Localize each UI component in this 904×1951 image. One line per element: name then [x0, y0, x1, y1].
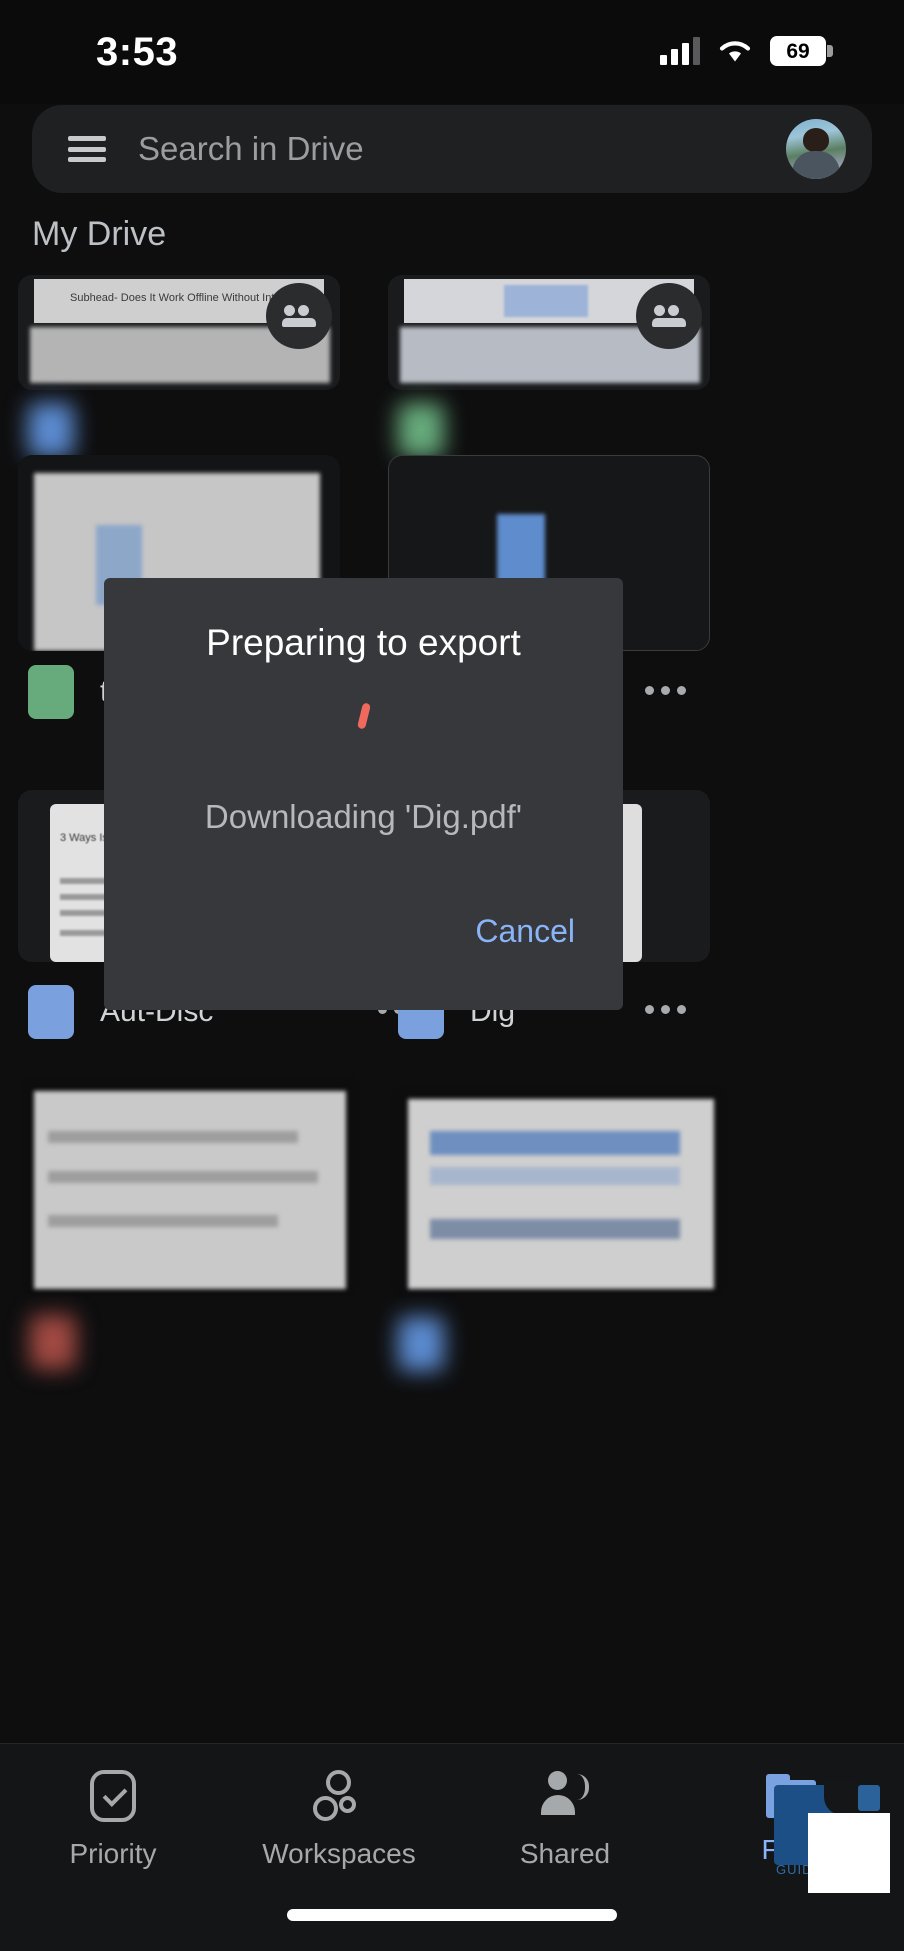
hamburger-menu-icon[interactable]	[68, 136, 106, 162]
file-card[interactable]	[22, 1075, 362, 1369]
battery-indicator: 69	[770, 36, 833, 66]
workspaces-circles-icon	[313, 1770, 365, 1822]
file-name	[100, 413, 167, 447]
search-input[interactable]: Search in Drive	[138, 130, 364, 168]
file-card[interactable]: Subhead- Does It Work Offline Without In…	[18, 275, 348, 457]
loading-spinner-icon	[347, 700, 381, 734]
battery-percent-label: 69	[786, 39, 810, 63]
file-overflow-menu[interactable]	[645, 686, 686, 695]
dialog-message: Downloading 'Dig.pdf'	[204, 798, 523, 835]
pdf-icon	[30, 1315, 76, 1369]
preparing-to-export-dialog: Preparing to export Downloading 'Dig.pdf…	[104, 578, 623, 1010]
shared-people-icon	[539, 1770, 591, 1822]
file-name	[470, 413, 537, 447]
docs-icon	[28, 403, 74, 457]
search-bar[interactable]: Search in Drive	[32, 105, 872, 193]
file-thumbnail[interactable]	[390, 1085, 728, 1297]
file-meta	[398, 1317, 520, 1371]
docs-icon	[28, 985, 74, 1039]
file-overflow-menu[interactable]	[645, 1005, 686, 1014]
file-card[interactable]	[390, 1085, 730, 1371]
cancel-button[interactable]: Cancel	[465, 905, 585, 958]
people-icon	[652, 305, 686, 327]
cellular-signal-icon	[660, 37, 700, 65]
shared-badge	[636, 283, 702, 349]
sheets-icon	[28, 665, 74, 719]
file-thumbnail[interactable]: Subhead- Does It Work Offline Without In…	[18, 275, 340, 390]
file-meta	[398, 403, 537, 457]
status-bar-indicators: 69	[660, 36, 833, 66]
home-indicator[interactable]	[287, 1909, 617, 1921]
shared-badge	[266, 283, 332, 349]
file-card[interactable]	[388, 275, 718, 457]
file-meta[interactable]: t	[28, 665, 108, 719]
nav-label: Priority	[69, 1838, 157, 1869]
nav-item-priority[interactable]: Priority	[0, 1770, 226, 1870]
nav-label: Shared	[519, 1838, 611, 1869]
file-thumbnail[interactable]	[22, 1075, 360, 1297]
nav-label: Workspaces	[262, 1838, 416, 1869]
file-meta	[28, 403, 167, 457]
sheets-icon	[398, 403, 444, 457]
file-meta	[30, 1315, 152, 1369]
priority-check-icon	[90, 1770, 136, 1822]
file-thumbnail[interactable]	[388, 275, 710, 390]
phone-screen: 3:53 69 Search in Drive My Drive Subhead…	[0, 0, 904, 1951]
status-bar-clock: 3:53	[96, 30, 179, 74]
watermark-logo: GUIDING	[766, 1775, 890, 1893]
wifi-icon	[719, 41, 751, 62]
nav-item-workspaces[interactable]: Workspaces	[226, 1770, 452, 1870]
docs-icon	[398, 1317, 444, 1371]
dialog-title: Preparing to export	[206, 622, 521, 663]
status-bar: 3:53 69	[0, 0, 904, 104]
file-name	[470, 1327, 520, 1361]
avatar[interactable]	[786, 119, 846, 179]
people-icon	[282, 305, 316, 327]
nav-item-shared[interactable]: Shared	[452, 1770, 678, 1870]
file-name	[102, 1325, 152, 1359]
page-title: My Drive	[32, 215, 167, 253]
